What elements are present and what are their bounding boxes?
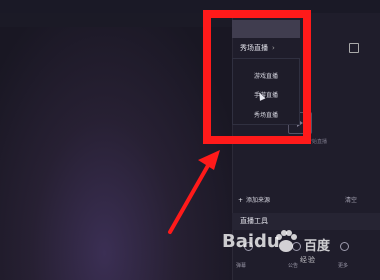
stage-toolbar (0, 13, 232, 27)
watermark-sub: 经验 (300, 256, 316, 264)
watermark-brand: 百度 (304, 239, 331, 254)
preview-stage (0, 13, 232, 280)
plus-icon: + (238, 197, 244, 204)
window-mode-icon[interactable] (349, 43, 359, 53)
baidu-watermark: Baidu 百度 经验 (222, 225, 372, 269)
live-streaming-app: — ❐ ✕ 秀场直播 › 添加来源以开始直播 +添加来源 清空 直播工具 弹幕 … (0, 0, 380, 280)
add-source-label: 添加来源 (246, 197, 271, 204)
paw-logo-icon (276, 230, 297, 252)
annotation-highlight-box (203, 10, 311, 144)
clear-button[interactable]: 清空 (345, 195, 357, 204)
add-source-button[interactable]: + 添加来源 (238, 195, 270, 204)
